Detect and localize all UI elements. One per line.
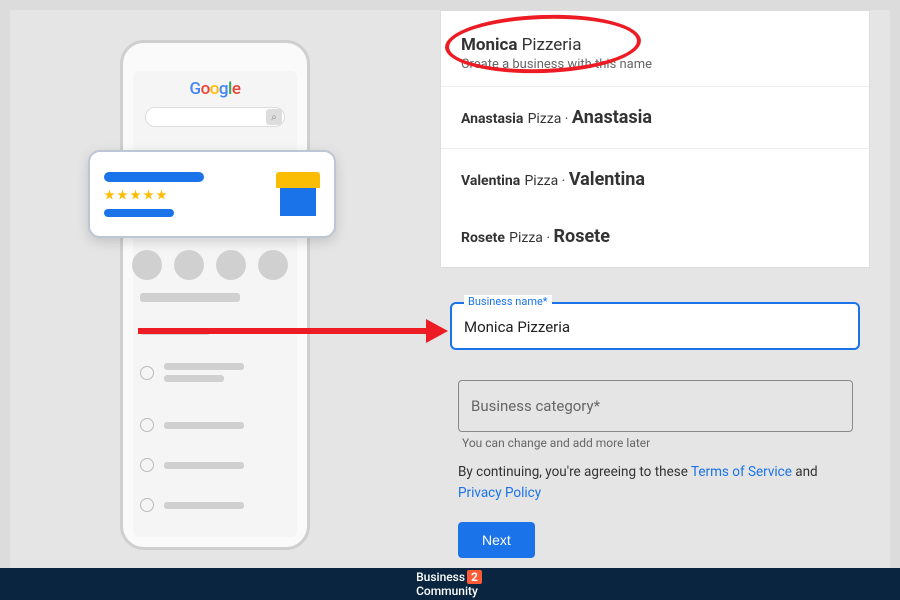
text-placeholder	[164, 462, 244, 469]
star-icon	[143, 190, 154, 201]
suggestion-type: Pizza	[528, 111, 562, 127]
consent-pre: By continuing, you're agreeing to these	[458, 464, 691, 480]
pin-icon	[140, 366, 154, 380]
suggestion-item[interactable]: Rosete Pizza · Rosete	[441, 210, 869, 267]
footer-brand-badge: 2	[467, 570, 482, 584]
suggestion-bold: Monica	[461, 35, 517, 55]
list-item	[140, 458, 295, 472]
suggestion-name: Anastasia	[572, 107, 652, 128]
suggestion-name: Valentina	[569, 169, 645, 190]
list-item	[140, 498, 295, 512]
phone-icon	[140, 458, 154, 472]
suggestion-bold: Rosete	[461, 230, 505, 246]
next-button[interactable]: Next	[458, 522, 535, 558]
suggestion-subtitle: Create a business with this name	[461, 57, 853, 72]
suggestion-item[interactable]: Valentina Pizza · Valentina	[441, 149, 869, 210]
footer-brand-a: Business	[416, 570, 465, 584]
suggestion-type: Pizza	[524, 173, 558, 189]
suggestion-item[interactable]: Anastasia Pizza · Anastasia	[441, 87, 869, 149]
star-icon	[130, 190, 141, 201]
business-name-input[interactable]: Business name* Monica Pizzeria	[450, 302, 860, 350]
clock-icon	[140, 418, 154, 432]
suggestion-create-new[interactable]: Monica Pizzeria Create a business with t…	[441, 11, 869, 87]
suggestion-line: Valentina Pizza · Valentina	[461, 169, 853, 190]
google-o1: o	[201, 79, 210, 99]
suggestion-title: Monica Pizzeria	[461, 35, 853, 55]
text-placeholder	[164, 502, 244, 509]
list-item	[140, 418, 295, 432]
suggestion-line: Anastasia Pizza · Anastasia	[461, 107, 853, 128]
star-icon	[117, 190, 128, 201]
next-button-label: Next	[482, 532, 511, 548]
suggestion-bold: Anastasia	[461, 111, 523, 127]
business-name-label: Business name*	[464, 295, 552, 308]
business-category-input[interactable]: Business category*	[458, 380, 853, 432]
action-icon	[174, 250, 204, 280]
suggestion-bold: Valentina	[461, 173, 520, 189]
action-icon	[258, 250, 288, 280]
name-suggestions-dropdown: Monica Pizzeria Create a business with t…	[440, 10, 870, 268]
chevron-right-icon: ›	[291, 323, 295, 339]
consent-and: and	[792, 464, 818, 480]
storefront-icon	[276, 172, 320, 216]
action-icon	[132, 250, 162, 280]
footer: Business2Community	[0, 568, 900, 600]
phone-action-row	[132, 250, 288, 280]
suggestion-line: Rosete Pizza · Rosete	[461, 226, 853, 247]
phone-icon	[140, 498, 154, 512]
business-name-field-wrap: Business name* Monica Pizzeria	[450, 302, 860, 350]
action-icon	[216, 250, 246, 280]
suggestion-name: Rosete	[554, 226, 610, 247]
list-item	[140, 293, 295, 302]
consent-text: By continuing, you're agreeing to these …	[458, 462, 853, 504]
search-bar: ⌕	[145, 107, 285, 127]
star-icon	[104, 190, 115, 201]
text-placeholder	[164, 363, 244, 370]
suggestion-sep: ·	[561, 111, 572, 127]
list-item	[140, 363, 295, 382]
card-title-placeholder	[104, 172, 204, 182]
rating-stars	[104, 190, 204, 201]
business-category-placeholder: Business category*	[471, 397, 600, 415]
footer-brand-c: Community	[416, 584, 478, 598]
business-card-preview	[88, 150, 336, 238]
text-placeholder	[140, 293, 240, 302]
terms-link[interactable]: Terms of Service	[691, 464, 792, 480]
business-name-value: Monica Pizzeria	[464, 318, 570, 336]
google-e: e	[232, 79, 241, 99]
text-block	[164, 363, 295, 382]
footer-logo: Business2Community	[416, 570, 484, 598]
google-g: G	[190, 79, 201, 99]
privacy-link[interactable]: Privacy Policy	[458, 485, 541, 501]
star-icon	[156, 190, 167, 201]
google-logo: Google	[133, 79, 297, 99]
text-placeholder	[164, 422, 244, 429]
list-item: ›	[140, 323, 295, 339]
card-subtitle-placeholder	[104, 209, 174, 217]
business-category-field-wrap: Business category*	[458, 380, 853, 432]
google-o2: o	[210, 79, 219, 99]
hint-text: You can change and add more later	[462, 436, 650, 450]
suggestion-sep: ·	[543, 230, 554, 246]
search-icon: ⌕	[266, 109, 282, 125]
suggestion-sep: ·	[558, 173, 569, 189]
suggestion-rest: Pizzeria	[517, 35, 581, 55]
text-placeholder	[164, 375, 224, 382]
text-placeholder	[140, 328, 210, 335]
suggestion-type: Pizza	[509, 230, 543, 246]
google-g2: g	[219, 79, 228, 99]
card-text-lines	[104, 172, 204, 217]
